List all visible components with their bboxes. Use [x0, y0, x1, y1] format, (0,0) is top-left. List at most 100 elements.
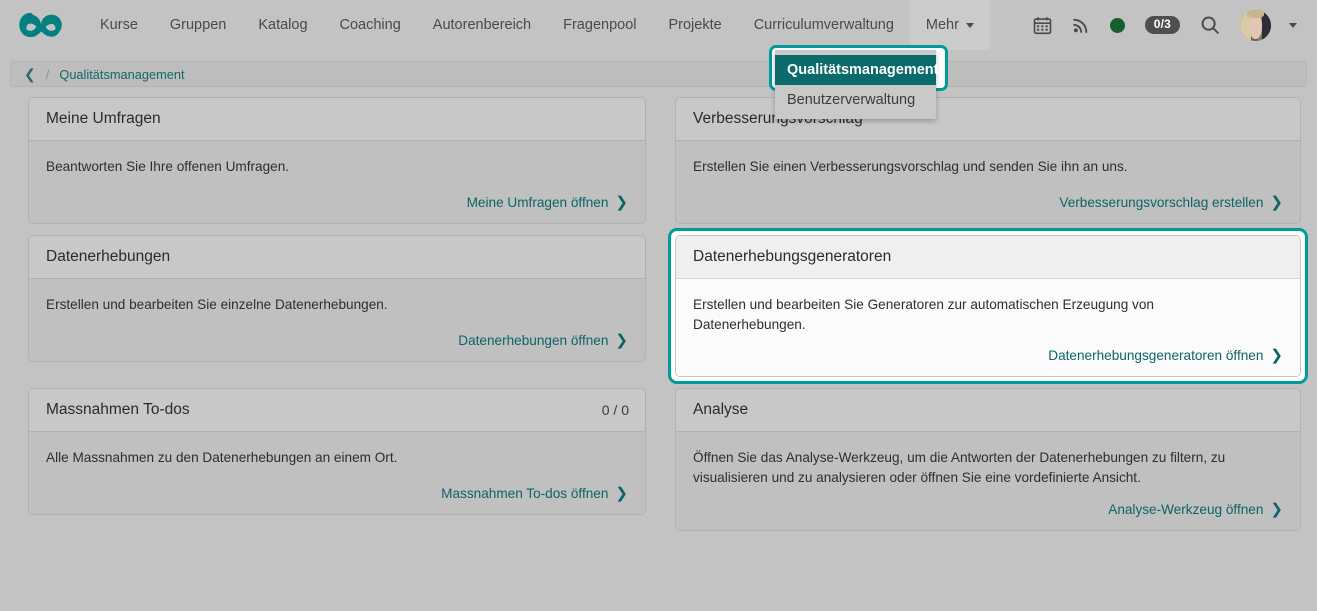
card-meine-umfragen: Meine Umfragen Beantworten Sie Ihre offe…	[28, 97, 646, 224]
link-label: Massnahmen To-dos öffnen	[441, 486, 608, 501]
nav-item-coaching[interactable]: Coaching	[324, 0, 417, 50]
card-description: Erstellen Sie einen Verbesserungsvorschl…	[693, 157, 1268, 177]
card-cell-verbesserungsvorschlag: Verbesserungsvorschlag Erstellen Sie ein…	[675, 97, 1301, 224]
nav-item-gruppen[interactable]: Gruppen	[154, 0, 242, 50]
open-analyse-werkzeug-link[interactable]: Analyse-Werkzeug öffnen ❯	[1108, 502, 1283, 517]
card-title: Massnahmen To-dos	[46, 401, 190, 419]
card-description: Erstellen und bearbeiten Sie Generatoren…	[693, 295, 1268, 334]
nav-label: Curriculumverwaltung	[754, 17, 894, 33]
card-header: Verbesserungsvorschlag	[676, 98, 1300, 141]
link-label: Analyse-Werkzeug öffnen	[1108, 502, 1263, 517]
create-verbesserungsvorschlag-link[interactable]: Verbesserungsvorschlag erstellen ❯	[1059, 195, 1283, 210]
card-title: Datenerhebungsgeneratoren	[693, 248, 891, 266]
chevron-left-icon[interactable]: ❮	[24, 67, 36, 81]
card-cell-massnahmen-todos: Massnahmen To-dos 0 / 0 Alle Massnahmen …	[28, 388, 646, 530]
chevron-right-icon: ❯	[1270, 502, 1283, 517]
chevron-right-icon: ❯	[615, 486, 628, 501]
avatar[interactable]	[1240, 10, 1271, 41]
card-body: Öffnen Sie das Analyse-Werkzeug, um die …	[676, 432, 1300, 529]
card-header: Analyse	[676, 389, 1300, 432]
nav-item-kurse[interactable]: Kurse	[84, 0, 154, 50]
card-datenerhebungen: Datenerhebungen Erstellen und bearbeiten…	[28, 235, 646, 362]
chevron-down-icon[interactable]	[1289, 23, 1297, 28]
rss-feed-icon[interactable]	[1072, 16, 1090, 34]
nav-label: Coaching	[340, 17, 401, 33]
breadcrumb-separator: /	[46, 67, 50, 82]
user-menu[interactable]	[1240, 10, 1297, 41]
card-link-row: Datenerhebungen öffnen ❯	[46, 319, 628, 348]
nav-right-tools: 0/3	[1033, 10, 1303, 41]
nav-label: Gruppen	[170, 17, 226, 33]
open-massnahmen-todos-link[interactable]: Massnahmen To-dos öffnen ❯	[441, 486, 628, 501]
nav-label: Mehr	[926, 17, 959, 33]
chevron-right-icon: ❯	[615, 333, 628, 348]
card-description: Beantworten Sie Ihre offenen Umfragen.	[46, 157, 621, 177]
dropdown-item-qualitaetsmanagement[interactable]: Qualitätsmanagement	[775, 55, 936, 85]
card-datenerhebungsgeneratoren: Datenerhebungsgeneratoren Erstellen und …	[675, 235, 1301, 377]
card-link-row: Massnahmen To-dos öffnen ❯	[46, 472, 628, 501]
open-datenerhebungsgeneratoren-link[interactable]: Datenerhebungsgeneratoren öffnen ❯	[1048, 348, 1283, 363]
link-label: Meine Umfragen öffnen	[467, 195, 609, 210]
link-label: Datenerhebungen öffnen	[458, 333, 608, 348]
dropdown-item-label: Qualitätsmanagement	[787, 62, 939, 78]
nav-label: Katalog	[258, 17, 307, 33]
nav-item-projekte[interactable]: Projekte	[652, 0, 737, 50]
top-navigation-bar: Kurse Gruppen Katalog Coaching Autorenbe…	[0, 0, 1317, 50]
mehr-dropdown-menu[interactable]: Qualitätsmanagement Benutzerverwaltung	[775, 50, 936, 119]
card-cell-datenerhebungen: Datenerhebungen Erstellen und bearbeiten…	[28, 235, 646, 377]
nav-item-katalog[interactable]: Katalog	[242, 0, 323, 50]
nav-item-autorenbereich[interactable]: Autorenbereich	[417, 0, 547, 50]
card-count: 0 / 0	[602, 402, 629, 418]
card-body: Erstellen Sie einen Verbesserungsvorschl…	[676, 141, 1300, 223]
open-datenerhebungen-link[interactable]: Datenerhebungen öffnen ❯	[458, 333, 628, 348]
open-meine-umfragen-link[interactable]: Meine Umfragen öffnen ❯	[467, 195, 628, 210]
nav-item-curriculumverwaltung[interactable]: Curriculumverwaltung	[738, 0, 910, 50]
calendar-icon[interactable]	[1033, 16, 1052, 35]
chevron-right-icon: ❯	[615, 195, 628, 210]
card-body: Erstellen und bearbeiten Sie Generatoren…	[676, 279, 1300, 376]
card-link-row: Meine Umfragen öffnen ❯	[46, 181, 628, 210]
nav-item-fragenpool[interactable]: Fragenpool	[547, 0, 652, 50]
card-cell-analyse: Analyse Öffnen Sie das Analyse-Werkzeug,…	[675, 388, 1301, 530]
breadcrumb-current[interactable]: Qualitätsmanagement	[59, 67, 184, 82]
breadcrumb-region: ❮ / Qualitätsmanagement	[0, 50, 1317, 87]
breadcrumb: ❮ / Qualitätsmanagement	[10, 61, 1307, 87]
nav-item-mehr[interactable]: Mehr	[910, 0, 990, 50]
card-description: Alle Massnahmen zu den Datenerhebungen a…	[46, 448, 621, 468]
card-body: Alle Massnahmen zu den Datenerhebungen a…	[29, 432, 645, 514]
search-icon[interactable]	[1200, 15, 1220, 35]
card-header: Datenerhebungsgeneratoren	[676, 236, 1300, 279]
nav-label: Fragenpool	[563, 17, 636, 33]
card-header: Meine Umfragen	[29, 98, 645, 141]
nav-label: Projekte	[668, 17, 721, 33]
nav-label: Kurse	[100, 17, 138, 33]
link-label: Verbesserungsvorschlag erstellen	[1059, 195, 1263, 210]
dropdown-item-benutzerverwaltung[interactable]: Benutzerverwaltung	[775, 85, 936, 115]
card-cell-meine-umfragen: Meine Umfragen Beantworten Sie Ihre offe…	[28, 97, 646, 224]
dashboard-card-grid: Meine Umfragen Beantworten Sie Ihre offe…	[0, 87, 1317, 531]
card-header: Datenerhebungen	[29, 236, 645, 279]
notification-count-badge[interactable]: 0/3	[1145, 16, 1180, 35]
card-title: Meine Umfragen	[46, 110, 161, 128]
chevron-right-icon: ❯	[1270, 195, 1283, 210]
chevron-down-icon	[966, 23, 974, 28]
card-link-row: Verbesserungsvorschlag erstellen ❯	[693, 181, 1283, 210]
card-header: Massnahmen To-dos 0 / 0	[29, 389, 645, 432]
infinity-logo-icon[interactable]	[18, 10, 64, 40]
card-cell-datenerhebungsgeneratoren: Datenerhebungsgeneratoren Erstellen und …	[668, 228, 1308, 384]
chevron-right-icon: ❯	[1270, 348, 1283, 363]
card-link-row: Datenerhebungsgeneratoren öffnen ❯	[693, 334, 1283, 363]
card-verbesserungsvorschlag: Verbesserungsvorschlag Erstellen Sie ein…	[675, 97, 1301, 224]
card-body: Erstellen und bearbeiten Sie einzelne Da…	[29, 279, 645, 361]
card-description: Öffnen Sie das Analyse-Werkzeug, um die …	[693, 448, 1268, 487]
link-label: Datenerhebungsgeneratoren öffnen	[1048, 348, 1263, 363]
nav-label: Autorenbereich	[433, 17, 531, 33]
status-dot-indicator[interactable]	[1110, 18, 1125, 33]
dropdown-item-label: Benutzerverwaltung	[787, 92, 915, 108]
card-analyse: Analyse Öffnen Sie das Analyse-Werkzeug,…	[675, 388, 1301, 530]
main-nav-items: Kurse Gruppen Katalog Coaching Autorenbe…	[84, 0, 990, 50]
card-title: Analyse	[693, 401, 748, 419]
card-title: Datenerhebungen	[46, 248, 170, 266]
card-description: Erstellen und bearbeiten Sie einzelne Da…	[46, 295, 621, 315]
card-massnahmen-todos: Massnahmen To-dos 0 / 0 Alle Massnahmen …	[28, 388, 646, 515]
